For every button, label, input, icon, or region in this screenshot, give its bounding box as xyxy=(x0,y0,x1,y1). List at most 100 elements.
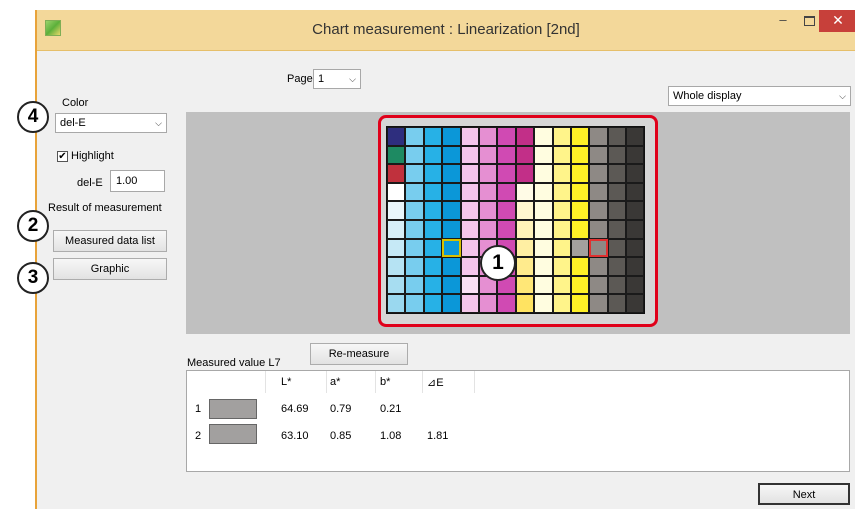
color-patch[interactable] xyxy=(515,275,535,295)
color-patch[interactable] xyxy=(607,294,627,313)
color-patch[interactable] xyxy=(497,201,516,220)
color-patch[interactable] xyxy=(626,201,645,220)
color-patch[interactable] xyxy=(515,182,535,202)
color-patch[interactable] xyxy=(387,182,406,202)
color-patch[interactable] xyxy=(607,238,627,258)
color-patch[interactable] xyxy=(589,294,608,313)
color-patch[interactable] xyxy=(552,201,571,220)
color-patch[interactable] xyxy=(387,219,406,239)
color-patch[interactable] xyxy=(570,182,590,202)
minimize-button[interactable]: – xyxy=(769,10,797,32)
color-patch[interactable] xyxy=(515,294,535,313)
color-patch[interactable] xyxy=(460,127,479,146)
color-patch[interactable] xyxy=(607,201,627,220)
color-patch[interactable] xyxy=(589,164,608,183)
color-patch[interactable] xyxy=(442,145,461,165)
color-patch[interactable] xyxy=(515,238,535,258)
color-patch[interactable] xyxy=(552,257,571,276)
color-patch[interactable] xyxy=(626,182,645,202)
color-patch[interactable] xyxy=(478,127,498,146)
color-patch[interactable] xyxy=(589,145,608,165)
color-patch[interactable] xyxy=(534,182,553,202)
color-patch[interactable] xyxy=(570,238,590,258)
color-patch[interactable] xyxy=(552,127,571,146)
color-patch[interactable] xyxy=(570,275,590,295)
color-patch[interactable] xyxy=(387,275,406,295)
color-patch[interactable] xyxy=(442,164,461,183)
color-patch[interactable] xyxy=(534,164,553,183)
color-patch[interactable] xyxy=(515,127,535,146)
color-patch[interactable] xyxy=(423,219,443,239)
color-patch[interactable] xyxy=(405,275,424,295)
color-patch[interactable] xyxy=(460,238,479,258)
color-patch[interactable] xyxy=(626,164,645,183)
color-patch[interactable] xyxy=(405,201,424,220)
graphic-button[interactable]: Graphic xyxy=(53,258,167,280)
color-patch[interactable] xyxy=(478,164,498,183)
color-patch[interactable] xyxy=(534,127,553,146)
color-patch[interactable] xyxy=(387,294,406,313)
color-patch[interactable] xyxy=(405,294,424,313)
color-patch[interactable] xyxy=(442,275,461,295)
color-patch[interactable] xyxy=(534,145,553,165)
color-patch[interactable] xyxy=(607,275,627,295)
color-patch[interactable] xyxy=(405,219,424,239)
color-patch[interactable] xyxy=(515,145,535,165)
color-patch[interactable] xyxy=(534,238,553,258)
color-patch[interactable] xyxy=(478,182,498,202)
color-patch[interactable] xyxy=(442,201,461,220)
color-patch[interactable] xyxy=(589,201,608,220)
color-patch[interactable] xyxy=(387,201,406,220)
color-patch[interactable] xyxy=(626,145,645,165)
color-patch[interactable] xyxy=(423,182,443,202)
color-patch[interactable] xyxy=(460,257,479,276)
color-patch-grid[interactable] xyxy=(386,126,646,314)
color-patch[interactable] xyxy=(626,275,645,295)
color-patch[interactable] xyxy=(534,275,553,295)
color-patch[interactable] xyxy=(515,164,535,183)
color-patch[interactable] xyxy=(589,127,608,146)
color-patch[interactable] xyxy=(442,257,461,276)
color-patch[interactable] xyxy=(442,182,461,202)
color-patch[interactable] xyxy=(405,145,424,165)
page-select[interactable]: 1 ⌵ xyxy=(313,69,361,89)
close-button[interactable]: ✕ xyxy=(819,10,855,32)
color-patch[interactable] xyxy=(387,257,406,276)
color-patch[interactable] xyxy=(460,219,479,239)
color-patch[interactable] xyxy=(552,238,571,258)
color-patch[interactable] xyxy=(515,219,535,239)
re-measure-button[interactable]: Re-measure xyxy=(310,343,408,365)
color-patch[interactable] xyxy=(423,145,443,165)
color-patch[interactable] xyxy=(607,164,627,183)
color-patch[interactable] xyxy=(570,164,590,183)
color-patch[interactable] xyxy=(570,145,590,165)
color-patch[interactable] xyxy=(570,201,590,220)
color-patch[interactable] xyxy=(570,257,590,276)
color-patch[interactable] xyxy=(589,275,608,295)
color-patch[interactable] xyxy=(497,219,516,239)
color-patch[interactable] xyxy=(442,238,461,258)
color-patch[interactable] xyxy=(442,294,461,313)
view-select[interactable]: Whole display ⌵ xyxy=(668,86,851,106)
color-patch[interactable] xyxy=(497,294,516,313)
color-patch[interactable] xyxy=(607,182,627,202)
measured-data-list-button[interactable]: Measured data list xyxy=(53,230,167,252)
color-patch[interactable] xyxy=(534,219,553,239)
color-patch[interactable] xyxy=(515,201,535,220)
color-patch[interactable] xyxy=(552,275,571,295)
color-patch[interactable] xyxy=(423,275,443,295)
color-patch[interactable] xyxy=(387,145,406,165)
color-patch[interactable] xyxy=(405,164,424,183)
color-patch[interactable] xyxy=(626,257,645,276)
color-patch[interactable] xyxy=(442,127,461,146)
color-patch[interactable] xyxy=(423,294,443,313)
color-patch[interactable] xyxy=(607,219,627,239)
color-patch[interactable] xyxy=(626,294,645,313)
dele-threshold-input[interactable]: 1.00 xyxy=(110,170,165,192)
color-patch[interactable] xyxy=(423,238,443,258)
color-patch[interactable] xyxy=(607,127,627,146)
color-patch[interactable] xyxy=(570,127,590,146)
color-patch[interactable] xyxy=(460,145,479,165)
color-patch[interactable] xyxy=(607,257,627,276)
color-patch[interactable] xyxy=(497,182,516,202)
